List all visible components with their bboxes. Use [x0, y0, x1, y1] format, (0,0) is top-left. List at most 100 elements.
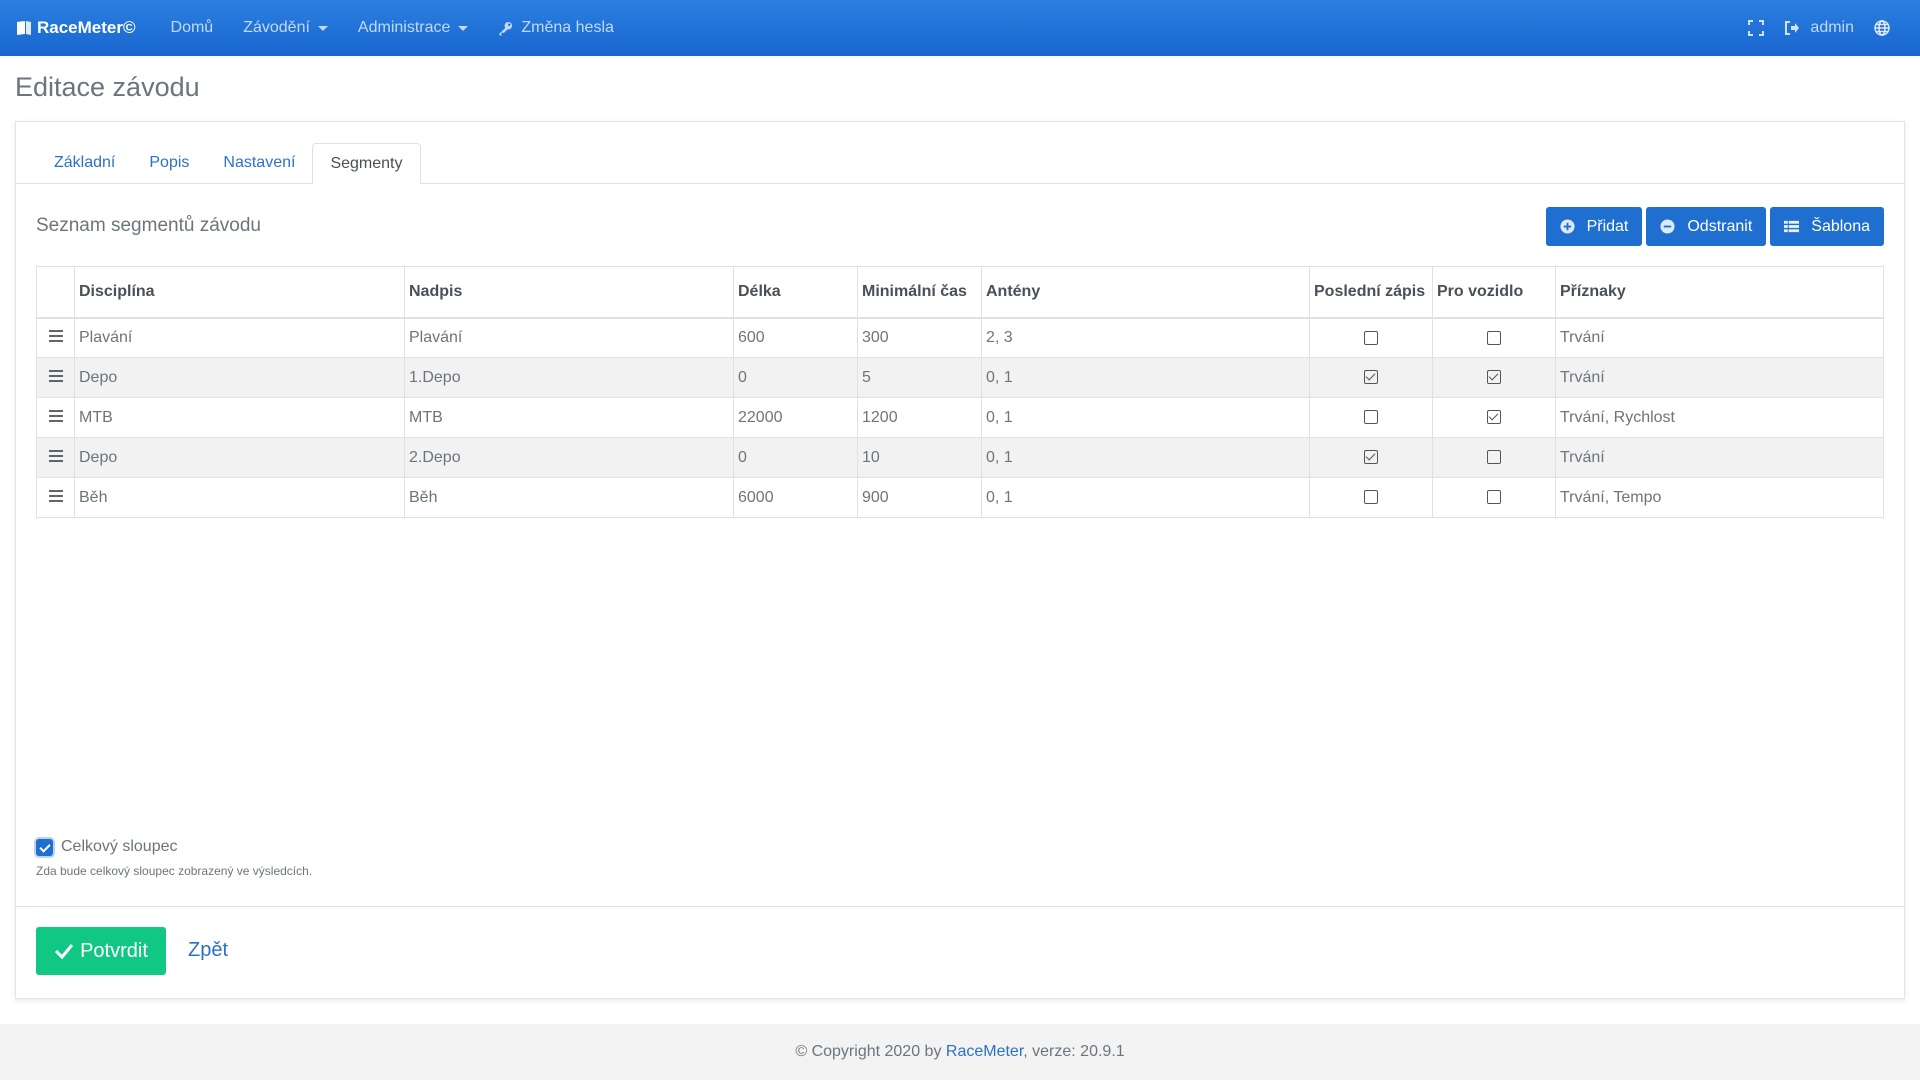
cell-length: 600 [733, 317, 858, 358]
drag-handle[interactable] [36, 397, 75, 438]
cell-min-time: 5 [857, 357, 982, 398]
card-footer: Potvrdit Zpět [16, 906, 1904, 998]
racemeter-link[interactable]: RaceMeter [946, 1043, 1023, 1060]
table-row[interactable]: Běh Běh 6000 900 0, 1 Trvání, Tempo [36, 477, 1884, 518]
key-icon [499, 21, 513, 36]
tab-settings[interactable]: Nastavení [206, 143, 312, 184]
drag-handle[interactable] [36, 477, 75, 518]
col-title[interactable]: Nadpis [404, 266, 734, 319]
remove-button[interactable]: Odstranit [1646, 207, 1767, 246]
col-antennas[interactable]: Antény [981, 266, 1310, 319]
col-discipline[interactable]: Disciplína [74, 266, 405, 319]
globe-icon[interactable] [1874, 20, 1890, 36]
chevron-down-icon [458, 25, 469, 31]
table-row[interactable]: MTB MTB 22000 1200 0, 1 Trvání, Rychlost [36, 397, 1884, 438]
page-title: Editace závodu [15, 72, 200, 102]
brand-logo[interactable]: RaceMeter© [15, 18, 136, 38]
tab-basic[interactable]: Základní [37, 143, 132, 184]
drag-handle[interactable] [36, 437, 75, 478]
race-edit-card: Základní Popis Nastavení Segmenty Seznam… [15, 121, 1905, 999]
nav-change-password[interactable]: Změna hesla [483, 0, 629, 56]
drag-handle-icon [48, 489, 63, 502]
total-column-label: Celkový sloupec [61, 838, 178, 855]
last-record-checkbox[interactable] [1364, 450, 1378, 465]
table-row[interactable]: Plavání Plavání 600 300 2, 3 Trvání [36, 317, 1884, 358]
checkbox[interactable] [36, 838, 53, 856]
last-record-checkbox[interactable] [1364, 370, 1378, 385]
cell-vehicle [1432, 477, 1556, 518]
check-icon [55, 944, 74, 960]
fullscreen-icon[interactable] [1748, 20, 1765, 36]
nav-home-label: Domů [170, 19, 214, 36]
cell-min-time: 900 [857, 477, 982, 518]
tab-description[interactable]: Popis [132, 143, 206, 184]
add-button[interactable]: Přidat [1545, 207, 1643, 246]
segments-table: Disciplína Nadpis Délka Minimální čas An… [36, 266, 1884, 518]
back-link[interactable]: Zpět [188, 939, 228, 962]
cell-length: 22000 [733, 397, 858, 438]
total-column-checkbox[interactable]: Celkový sloupec [36, 838, 178, 856]
vehicle-checkbox[interactable] [1487, 490, 1501, 505]
tab-segments[interactable]: Segmenty [312, 143, 421, 185]
cell-last-record [1309, 477, 1433, 518]
template-button-label: Šablona [1811, 217, 1870, 235]
last-record-checkbox[interactable] [1364, 490, 1378, 505]
vehicle-checkbox[interactable] [1487, 370, 1501, 385]
vehicle-checkbox[interactable] [1487, 450, 1501, 465]
cell-vehicle [1432, 317, 1556, 358]
col-vehicle[interactable]: Pro vozidlo [1432, 266, 1556, 319]
remove-button-label: Odstranit [1687, 217, 1753, 235]
cell-flags: Trvání [1555, 357, 1884, 398]
cell-last-record [1309, 357, 1433, 398]
drag-handle-icon [48, 449, 63, 462]
table-header-row: Disciplína Nadpis Délka Minimální čas An… [36, 266, 1884, 319]
brand-name: RaceMeter© [37, 18, 136, 37]
user-menu[interactable]: admin [1784, 19, 1854, 37]
nav-racing-label: Závodění [243, 19, 310, 36]
table-row[interactable]: Depo 1.Depo 0 5 0, 1 Trvání [36, 357, 1884, 398]
col-last-record[interactable]: Poslední zápis [1309, 266, 1433, 319]
col-flags[interactable]: Příznaky [1555, 266, 1884, 319]
cell-title: 2.Depo [404, 437, 734, 478]
confirm-button[interactable]: Potvrdit [36, 927, 166, 975]
vehicle-checkbox[interactable] [1487, 410, 1501, 425]
cell-vehicle [1432, 437, 1556, 478]
cell-antennas: 0, 1 [981, 437, 1310, 478]
cell-vehicle [1432, 357, 1556, 398]
col-min-time[interactable]: Minimální čas [857, 266, 982, 319]
add-button-label: Přidat [1586, 217, 1629, 235]
cell-length: 6000 [733, 477, 858, 518]
table-row[interactable]: Depo 2.Depo 0 10 0, 1 Trvání [36, 437, 1884, 478]
last-record-checkbox[interactable] [1364, 410, 1378, 425]
tabs: Základní Popis Nastavení Segmenty [37, 143, 421, 185]
drag-handle[interactable] [36, 317, 75, 358]
cell-title: Běh [404, 477, 734, 518]
col-length[interactable]: Délka [733, 266, 858, 319]
cell-flags: Trvání [1555, 317, 1884, 358]
cell-antennas: 0, 1 [981, 397, 1310, 438]
nav-administration-label: Administrace [357, 19, 451, 36]
nav-racing-dropdown[interactable]: Závodění [228, 0, 343, 56]
col-handle [36, 266, 75, 319]
cell-flags: Trvání [1555, 437, 1884, 478]
page-footer: © Copyright 2020 by RaceMeter, verze: 20… [0, 1024, 1920, 1080]
drag-handle[interactable] [36, 357, 75, 398]
nav-change-password-label: Změna hesla [521, 19, 614, 36]
cell-min-time: 10 [857, 437, 982, 478]
cell-antennas: 2, 3 [981, 317, 1310, 358]
chevron-down-icon [317, 25, 328, 31]
nav-administration-dropdown[interactable]: Administrace [343, 0, 483, 56]
vehicle-checkbox[interactable] [1487, 330, 1501, 345]
cell-discipline: Depo [74, 437, 405, 478]
cell-last-record [1309, 437, 1433, 478]
last-record-checkbox[interactable] [1364, 330, 1378, 345]
drag-handle-icon [48, 369, 63, 382]
cell-discipline: MTB [74, 397, 405, 438]
top-navbar: RaceMeter© Domů Závodění Administrace Zm… [0, 0, 1920, 56]
flag-icon [17, 21, 31, 35]
cell-min-time: 1200 [857, 397, 982, 438]
cell-discipline: Plavání [74, 317, 405, 358]
template-button[interactable]: Šablona [1770, 207, 1884, 246]
nav-home[interactable]: Domů [156, 0, 229, 56]
username: admin [1810, 19, 1854, 36]
